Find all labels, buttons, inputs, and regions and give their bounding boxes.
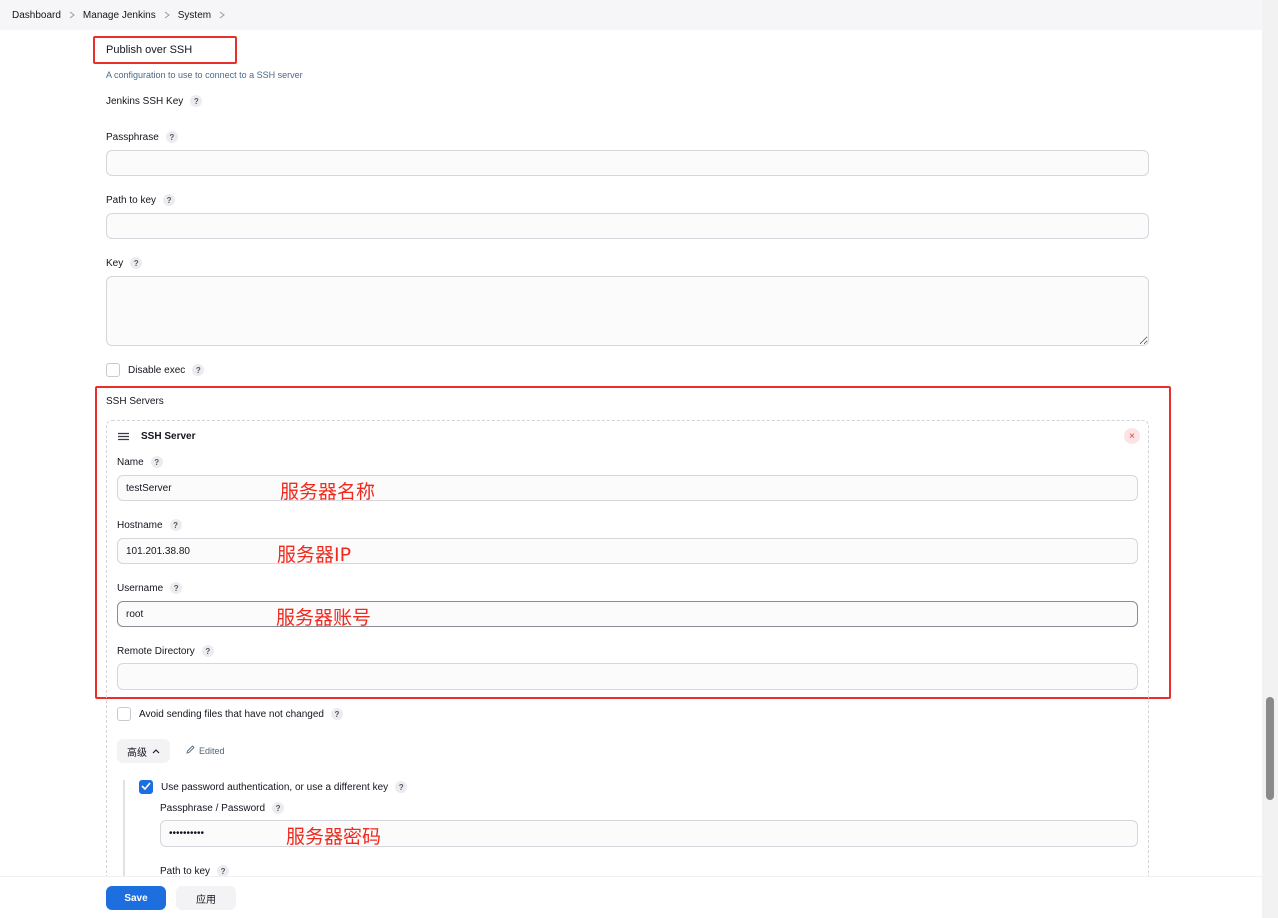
server-password-text: Passphrase / Password bbox=[160, 802, 266, 814]
annotation-password: 服务器密码 bbox=[286, 826, 382, 848]
help-icon[interactable]: ? bbox=[170, 582, 183, 594]
use-password-text: Use password authentication, or use a di… bbox=[161, 781, 389, 793]
save-button[interactable]: Save bbox=[106, 886, 166, 910]
username-text: Username bbox=[117, 582, 164, 594]
path-to-key-input[interactable] bbox=[106, 213, 1149, 239]
server-name-input[interactable] bbox=[117, 475, 1138, 501]
help-icon[interactable]: ? bbox=[190, 95, 203, 107]
advanced-section-rule bbox=[123, 780, 125, 880]
advanced-label: 高级 bbox=[127, 747, 147, 759]
path-to-key-text: Path to key bbox=[106, 194, 157, 206]
path-to-key-label: Path to key ? bbox=[106, 194, 176, 206]
help-icon[interactable]: ? bbox=[192, 364, 205, 376]
breadcrumb-dashboard[interactable]: Dashboard bbox=[12, 10, 61, 21]
help-icon[interactable]: ? bbox=[130, 257, 143, 269]
hostname-text: Hostname bbox=[117, 519, 163, 531]
edited-indicator: Edited bbox=[186, 745, 225, 756]
key-textarea[interactable] bbox=[106, 276, 1149, 346]
breadcrumb-system[interactable]: System bbox=[178, 10, 211, 21]
section-description: A configuration to use to connect to a S… bbox=[106, 70, 303, 80]
jenkins-ssh-key-label: Jenkins SSH Key ? bbox=[106, 95, 203, 107]
server-path-to-key-text: Path to key bbox=[160, 865, 211, 877]
use-password-checkbox[interactable] bbox=[139, 780, 153, 794]
chevron-right-icon bbox=[156, 11, 178, 19]
annotation-name: 服务器名称 bbox=[280, 481, 376, 503]
chevron-up-icon bbox=[152, 746, 160, 757]
drag-handle-icon[interactable] bbox=[118, 432, 129, 441]
help-icon[interactable]: ? bbox=[163, 194, 176, 206]
key-label: Key ? bbox=[106, 257, 143, 269]
help-icon[interactable]: ? bbox=[150, 456, 163, 468]
scrollbar-thumb[interactable] bbox=[1266, 697, 1274, 800]
avoid-sending-text: Avoid sending files that have not change… bbox=[139, 708, 324, 720]
advanced-button[interactable]: 高级 bbox=[117, 739, 170, 763]
apply-button[interactable]: 应用 bbox=[176, 886, 236, 910]
ssh-servers-label: SSH Servers bbox=[106, 396, 164, 407]
server-name-label: Name ? bbox=[117, 456, 163, 468]
bottom-action-bar: Save 应用 bbox=[0, 876, 1262, 918]
jenkins-ssh-key-text: Jenkins SSH Key bbox=[106, 95, 184, 107]
check-icon bbox=[141, 781, 151, 793]
disable-exec-text: Disable exec bbox=[128, 364, 186, 376]
key-text: Key bbox=[106, 257, 124, 269]
remote-directory-input[interactable] bbox=[117, 663, 1138, 690]
chevron-right-icon[interactable] bbox=[211, 11, 233, 19]
breadcrumb-manage-jenkins[interactable]: Manage Jenkins bbox=[83, 10, 156, 21]
help-icon[interactable]: ? bbox=[201, 645, 214, 657]
passphrase-label: Passphrase ? bbox=[106, 131, 178, 143]
help-icon[interactable]: ? bbox=[330, 708, 343, 720]
username-label: Username ? bbox=[117, 582, 183, 594]
pencil-icon bbox=[186, 745, 195, 756]
section-title: Publish over SSH bbox=[106, 44, 193, 56]
chevron-right-icon bbox=[61, 11, 83, 19]
help-icon[interactable]: ? bbox=[272, 802, 285, 814]
server-password-label: Passphrase / Password ? bbox=[160, 802, 285, 814]
username-input[interactable] bbox=[117, 601, 1138, 627]
use-password-label: Use password authentication, or use a di… bbox=[161, 781, 408, 793]
help-icon[interactable]: ? bbox=[395, 781, 408, 793]
help-icon[interactable]: ? bbox=[169, 519, 182, 531]
remove-server-button[interactable]: × bbox=[1124, 428, 1140, 444]
passphrase-text: Passphrase bbox=[106, 131, 159, 143]
avoid-sending-checkbox[interactable] bbox=[117, 707, 131, 721]
breadcrumb: Dashboard Manage Jenkins System bbox=[0, 0, 1262, 30]
passphrase-input[interactable] bbox=[106, 150, 1149, 176]
ssh-server-header: SSH Server bbox=[141, 431, 196, 442]
remote-directory-label: Remote Directory ? bbox=[117, 645, 214, 657]
disable-exec-label: Disable exec ? bbox=[128, 364, 205, 376]
server-name-text: Name bbox=[117, 456, 144, 468]
remote-directory-text: Remote Directory bbox=[117, 645, 195, 657]
edited-text: Edited bbox=[199, 745, 225, 756]
help-icon[interactable]: ? bbox=[165, 131, 178, 143]
disable-exec-checkbox[interactable] bbox=[106, 363, 120, 377]
annotation-username: 服务器账号 bbox=[276, 607, 372, 629]
hostname-input[interactable] bbox=[117, 538, 1138, 564]
hostname-label: Hostname ? bbox=[117, 519, 182, 531]
annotation-hostname: 服务器IP bbox=[277, 544, 352, 566]
page-scrollbar[interactable] bbox=[1262, 0, 1278, 918]
avoid-sending-label: Avoid sending files that have not change… bbox=[139, 708, 343, 720]
